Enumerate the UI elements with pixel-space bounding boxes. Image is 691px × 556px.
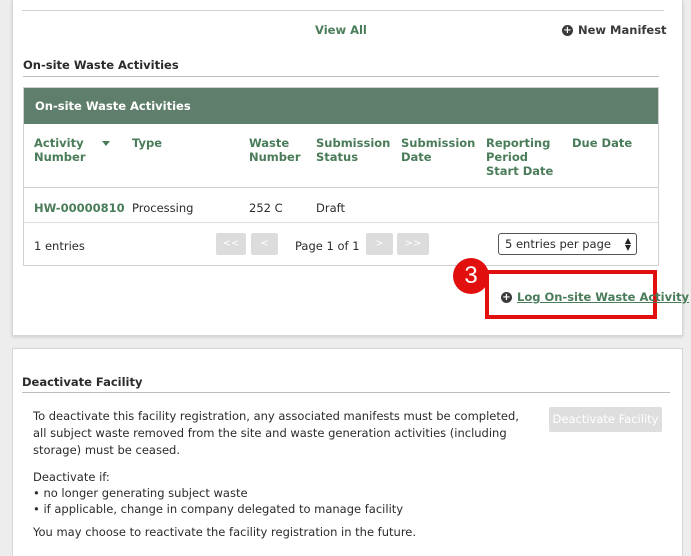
column-header-submission-status[interactable]: Submission Status <box>316 136 390 164</box>
page-size-select[interactable]: 5 entries per page ▲ ▼ <box>498 233 637 255</box>
divider <box>23 76 659 77</box>
page-size-value: 5 entries per page <box>505 237 611 251</box>
step-number-badge: 3 <box>453 258 489 294</box>
divider <box>24 222 658 223</box>
table-cell-submission-status: Draft <box>316 201 345 215</box>
divider <box>22 10 664 11</box>
log-onsite-waste-activity-link[interactable]: + Log On-site Waste Activity <box>501 290 689 304</box>
divider <box>22 392 670 393</box>
list-item: if applicable, change in company delegat… <box>33 501 403 517</box>
view-all-link[interactable]: View All <box>315 23 367 37</box>
column-header-type[interactable]: Type <box>132 136 162 150</box>
page-indicator: Page 1 of 1 <box>295 239 360 253</box>
column-header-activity-number[interactable]: Activity Number <box>34 136 94 164</box>
deactivate-description: To deactivate this facility registration… <box>33 409 519 457</box>
table-title: On-site Waste Activities <box>24 88 658 124</box>
new-manifest-label: New Manifest <box>578 23 667 37</box>
deactivate-facility-button[interactable]: Deactivate Facility <box>549 407 662 432</box>
list-item: no longer generating subject waste <box>33 485 403 501</box>
prev-page-button[interactable]: < <box>251 233 278 255</box>
divider <box>24 187 658 188</box>
select-arrows-icon: ▲ ▼ <box>624 236 631 252</box>
onsite-activities-table: On-site Waste Activities Activity Number… <box>23 87 659 266</box>
new-manifest-button[interactable]: + New Manifest <box>562 23 667 37</box>
last-page-button[interactable]: >> <box>397 233 429 255</box>
plus-circle-icon: + <box>501 291 512 303</box>
table-cell-type: Processing <box>132 201 194 215</box>
log-activity-label: Log On-site Waste Activity <box>517 290 690 304</box>
table-cell-waste-number: 252 C <box>249 201 283 215</box>
deactivate-if-label: Deactivate if: <box>33 470 110 484</box>
plus-circle-icon: + <box>562 24 573 36</box>
first-page-button[interactable]: << <box>216 233 246 255</box>
sort-down-icon[interactable] <box>102 141 110 146</box>
column-header-waste-number[interactable]: Waste Number <box>249 136 304 164</box>
section-title-onsite: On-site Waste Activities <box>23 58 179 72</box>
reactivate-note: You may choose to reactivate the facilit… <box>33 525 417 539</box>
column-header-due-date[interactable]: Due Date <box>572 136 632 150</box>
deactivate-conditions-list: no longer generating subject waste if ap… <box>33 485 403 517</box>
next-page-button[interactable]: > <box>366 233 393 255</box>
entries-count: 1 entries <box>34 239 85 253</box>
column-header-reporting-period-start-date[interactable]: Reporting Period Start Date <box>486 136 561 178</box>
activity-number-link[interactable]: HW-00000810 <box>34 201 125 215</box>
section-title-deactivate: Deactivate Facility <box>22 375 143 389</box>
column-header-submission-date[interactable]: Submission Date <box>401 136 475 164</box>
